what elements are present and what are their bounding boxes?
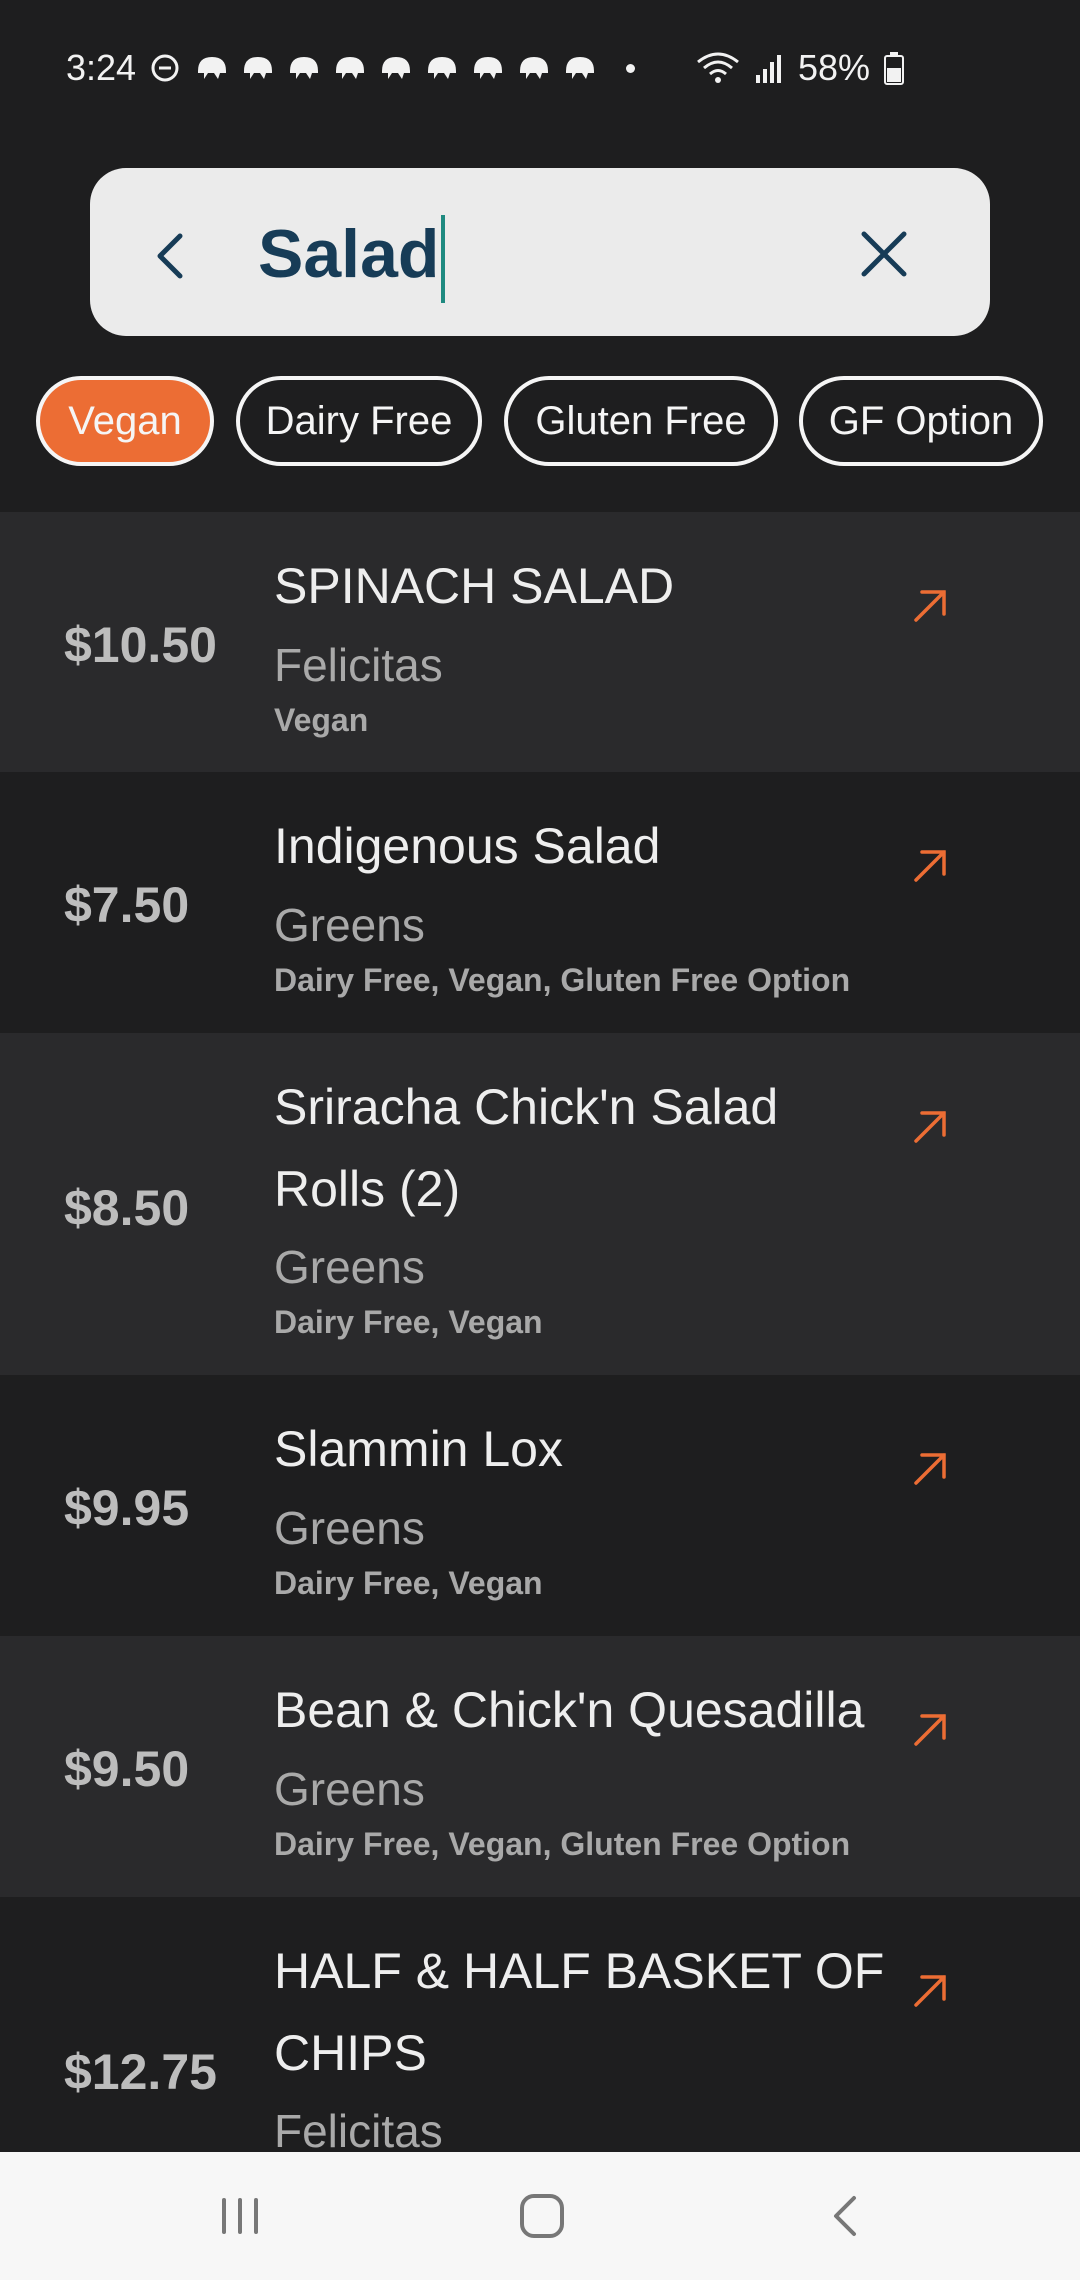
open-arrow-icon[interactable] (908, 584, 952, 628)
item-price: $12.75 (64, 2044, 217, 2100)
item-tags: Dairy Free, Vegan (274, 1565, 543, 1601)
item-vendor: Greens (274, 1763, 425, 1815)
battery-icon (884, 52, 904, 85)
filter-chip-dairy-free[interactable]: Dairy Free (236, 376, 482, 466)
notification-icon (244, 57, 273, 79)
text-cursor (441, 215, 446, 304)
open-arrow-icon[interactable] (908, 1105, 952, 1149)
battery-percentage: 58% (797, 47, 870, 88)
filter-chip-vegan[interactable]: Vegan (36, 376, 214, 466)
status-bar: 3:24 58% (0, 0, 1080, 135)
item-name: Sriracha Chick'n Salad Rolls (2) (274, 1079, 779, 1217)
list-item[interactable]: $7.50 Indigenous Salad Greens Dairy Free… (0, 772, 1080, 1033)
item-price: $10.50 (64, 617, 217, 673)
notification-icon (520, 57, 549, 79)
back-icon[interactable] (816, 2186, 876, 2246)
notification-icon (382, 57, 411, 79)
item-price: $7.50 (64, 877, 190, 933)
item-vendor: Greens (274, 1241, 425, 1293)
notification-icon (566, 57, 595, 79)
system-nav-bar (0, 2152, 1080, 2280)
item-tags: Dairy Free, Vegan, Gluten Free Option (274, 1826, 851, 1862)
list-item[interactable]: $9.95 Slammin Lox Greens Dairy Free, Veg… (0, 1375, 1080, 1636)
search-input[interactable]: Salad (258, 204, 446, 304)
open-arrow-icon[interactable] (908, 844, 952, 888)
recent-apps-icon[interactable] (210, 2186, 270, 2246)
wifi-icon (697, 52, 739, 83)
item-vendor: Greens (274, 899, 425, 951)
status-right: 58% (696, 44, 904, 92)
item-vendor: Greens (274, 1502, 425, 1554)
item-name: Indigenous Salad (274, 818, 661, 874)
more-notifications-dot (626, 63, 636, 73)
item-tags: Dairy Free, Vegan, Gluten Free Option (274, 962, 851, 998)
filter-chip-gluten-free[interactable]: Gluten Free (504, 376, 778, 466)
back-icon[interactable] (140, 224, 204, 288)
item-vendor: Felicitas (274, 639, 443, 691)
home-icon[interactable] (512, 2186, 572, 2246)
open-arrow-icon[interactable] (908, 1708, 952, 1752)
list-item[interactable]: $10.50 SPINACH SALAD Felicitas Vegan (0, 512, 1080, 772)
open-arrow-icon[interactable] (908, 1969, 952, 2013)
item-name: SPINACH SALAD (274, 558, 675, 614)
item-vendor: Felicitas (274, 2105, 443, 2157)
do-not-disturb-icon (151, 54, 179, 82)
notification-icon (336, 57, 365, 79)
search-query: Salad (258, 216, 440, 292)
notification-icon (290, 57, 319, 79)
notification-icon (198, 57, 227, 79)
item-name: Slammin Lox (274, 1421, 563, 1477)
item-tags: Vegan (274, 702, 369, 738)
results-list: $10.50 SPINACH SALAD Felicitas Vegan $7.… (0, 512, 1080, 2157)
notification-icon (474, 57, 503, 79)
close-icon[interactable] (852, 222, 916, 286)
item-price: $9.95 (64, 1480, 190, 1536)
item-name: HALF & HALF BASKET OF CHIPS (274, 1943, 885, 2081)
open-arrow-icon[interactable] (908, 1447, 952, 1491)
item-price: $8.50 (64, 1180, 190, 1236)
filter-chip-gf-option[interactable]: GF Option (799, 376, 1043, 466)
status-time: 3:24 (66, 47, 137, 88)
item-price: $9.50 (64, 1741, 190, 1797)
item-name: Bean & Chick'n Quesadilla (274, 1682, 865, 1738)
status-left: 3:24 (66, 44, 636, 92)
list-item[interactable]: $9.50 Bean & Chick'n Quesadilla Greens D… (0, 1636, 1080, 1897)
notification-icons (194, 53, 636, 83)
signal-icon (755, 55, 781, 83)
list-item[interactable]: $8.50 Sriracha Chick'n Salad Rolls (2) G… (0, 1033, 1080, 1375)
item-tags: Dairy Free, Vegan (274, 1304, 543, 1340)
notification-icon (428, 57, 457, 79)
list-item[interactable]: $12.75 HALF & HALF BASKET OF CHIPS Felic… (0, 1897, 1080, 2157)
